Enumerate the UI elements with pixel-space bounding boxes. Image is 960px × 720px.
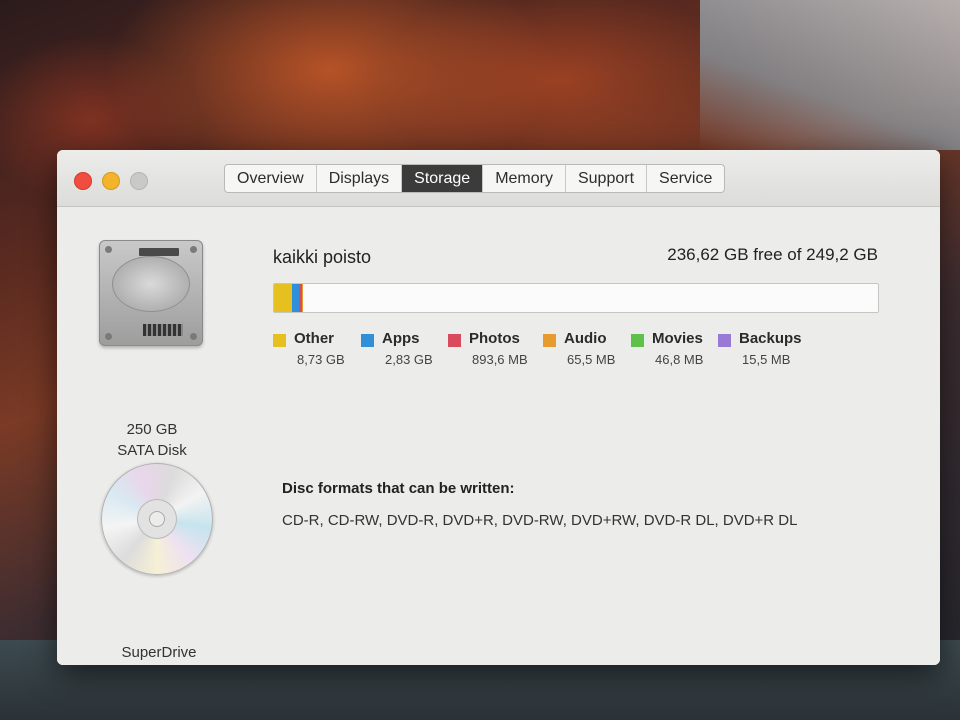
hdd-connector — [143, 324, 183, 336]
legend-label: Backups — [739, 330, 802, 347]
legend-swatch — [631, 334, 644, 347]
legend-size: 8,73 GB — [297, 352, 345, 367]
disc-hole — [149, 511, 165, 527]
about-this-mac-window: Overview Displays Storage Memory Support… — [57, 150, 940, 665]
tab-support[interactable]: Support — [566, 165, 648, 192]
legend-label: Audio — [564, 330, 607, 347]
legend-swatch — [718, 334, 731, 347]
legend-label: Apps — [382, 330, 420, 347]
volume-name: kaikki poisto — [273, 247, 372, 267]
usage-segment-audio — [302, 284, 303, 312]
disk-capacity-label: 250 GB — [126, 421, 178, 438]
zoom-button[interactable] — [130, 172, 148, 190]
usage-segment-apps — [292, 284, 299, 312]
legend-label: Movies — [652, 330, 703, 347]
disc-formats-list: CD-R, CD-RW, DVD-R, DVD+R, DVD-RW, DVD+R… — [282, 512, 798, 529]
legend-swatch — [273, 334, 286, 347]
window-titlebar: Overview Displays Storage Memory Support… — [57, 150, 940, 207]
tab-displays[interactable]: Displays — [317, 165, 403, 192]
usage-segment-other — [274, 284, 292, 312]
legend-swatch — [361, 334, 374, 347]
legend-swatch — [543, 334, 556, 347]
legend-size: 2,83 GB — [385, 352, 433, 367]
legend-label: Other — [294, 330, 335, 347]
storage-usage-bar — [273, 283, 879, 313]
storage-panel: 250 GB SATA Disk kaikki poisto 236,62 GB… — [57, 207, 940, 665]
hdd-label-strip — [139, 248, 179, 256]
tab-service[interactable]: Service — [647, 165, 724, 192]
disk-type-label: SATA Disk — [117, 442, 187, 459]
legend-size: 893,6 MB — [472, 352, 528, 367]
disc-formats-title: Disc formats that can be written: — [282, 480, 515, 497]
hdd-platter — [112, 256, 190, 312]
free-space-text: 236,62 GB free of 249,2 GB — [667, 245, 878, 264]
tab-storage[interactable]: Storage — [402, 165, 484, 192]
optical-disc-icon — [101, 463, 213, 575]
tab-memory[interactable]: Memory — [483, 165, 566, 192]
legend-size: 65,5 MB — [567, 352, 616, 367]
hdd-screw — [190, 246, 197, 253]
legend-size: 15,5 MB — [742, 352, 791, 367]
minimize-button[interactable] — [102, 172, 120, 190]
hard-drive-icon — [99, 240, 203, 346]
close-button[interactable] — [74, 172, 92, 190]
superdrive-label: SuperDrive — [121, 644, 197, 661]
tab-overview[interactable]: Overview — [225, 165, 317, 192]
legend-swatch — [448, 334, 461, 347]
hdd-screw — [105, 333, 112, 340]
storage-legend: Other 8,73 GB Apps 2,83 GB Photos 893,6 … — [273, 330, 833, 370]
legend-size: 46,8 MB — [655, 352, 704, 367]
tab-bar: Overview Displays Storage Memory Support… — [224, 164, 726, 193]
hdd-screw — [190, 333, 197, 340]
legend-label: Photos — [469, 330, 520, 347]
hdd-screw — [105, 246, 112, 253]
